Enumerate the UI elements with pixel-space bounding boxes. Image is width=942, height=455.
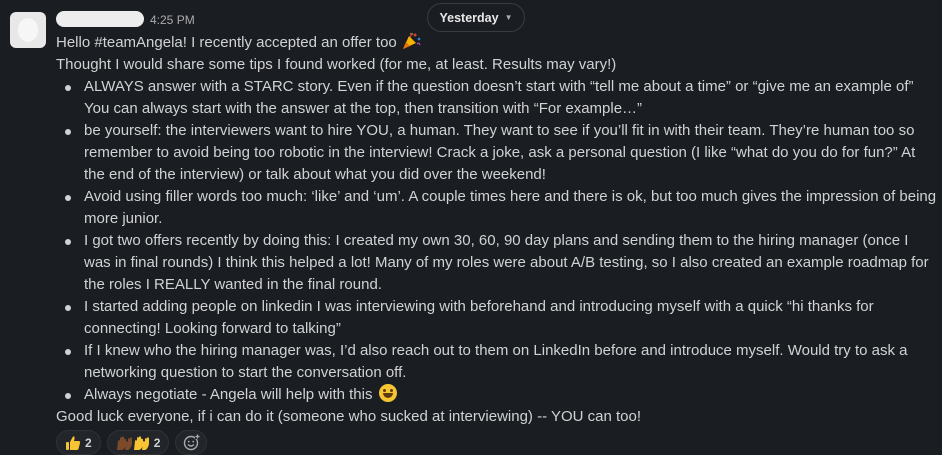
list-item: Avoid using filler words too much: ‘like… bbox=[56, 186, 940, 230]
reaction-thumbs-up[interactable]: 2 bbox=[56, 430, 101, 455]
list-item: I got two offers recently by doing this:… bbox=[56, 230, 940, 296]
date-divider-button[interactable]: Yesterday ▼ bbox=[427, 3, 525, 32]
list-item: ALWAYS answer with a STARC story. Even i… bbox=[56, 76, 940, 120]
list-item: be yourself: the interviewers want to hi… bbox=[56, 120, 940, 186]
message-timestamp[interactable]: 4:25 PM bbox=[150, 13, 195, 27]
reactions-bar: 2 2 bbox=[56, 430, 208, 455]
date-divider-label: Yesterday bbox=[439, 10, 499, 25]
message-closing: Good luck everyone, if i can do it (some… bbox=[56, 408, 642, 425]
add-reaction-icon bbox=[183, 434, 200, 451]
message-intro: Thought I would share some tips I found … bbox=[56, 56, 617, 73]
message-greeting: Hello #teamAngela! I recently accepted a… bbox=[56, 34, 397, 51]
reaction-count: 2 bbox=[85, 435, 92, 450]
reaction-count: 2 bbox=[153, 435, 161, 450]
thumbs-up-icon bbox=[66, 435, 81, 450]
message-body: Hello #teamAngela! I recently accepted a… bbox=[56, 32, 940, 428]
avatar[interactable] bbox=[10, 12, 46, 48]
grinning-face-icon bbox=[378, 384, 397, 402]
reaction-raised-hands[interactable]: 2 bbox=[106, 430, 170, 455]
chevron-down-icon: ▼ bbox=[504, 13, 513, 22]
party-popper-icon bbox=[402, 32, 421, 49]
list-item-text: Always negotiate - Angela will help with… bbox=[84, 386, 373, 403]
list-item: If I knew who the hiring manager was, I’… bbox=[56, 340, 940, 384]
list-item-negotiate: Always negotiate - Angela will help with… bbox=[56, 384, 940, 406]
list-item: I started adding people on linkedin I wa… bbox=[56, 296, 940, 340]
sender-name-redacted[interactable] bbox=[56, 11, 144, 27]
add-reaction-button[interactable] bbox=[175, 430, 208, 455]
tips-list: ALWAYS answer with a STARC story. Even i… bbox=[56, 76, 940, 406]
raised-hands-icon bbox=[116, 435, 149, 450]
message-greeting-line: Hello #teamAngela! I recently accepted a… bbox=[56, 32, 940, 54]
